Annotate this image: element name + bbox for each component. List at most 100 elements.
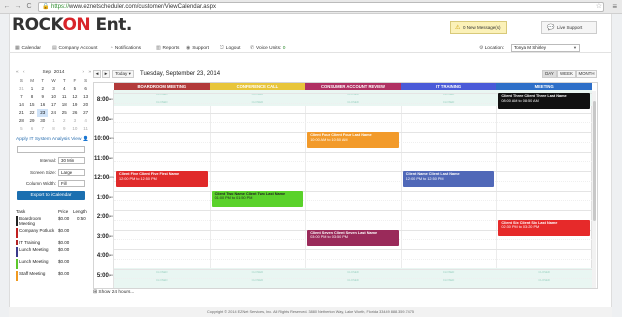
reload-icon[interactable]: C <box>25 3 33 11</box>
mini-calendar-day[interactable]: 8 <box>48 125 59 133</box>
interval-select[interactable]: 30 Min <box>58 157 85 164</box>
mini-calendar-day[interactable]: 19 <box>70 101 81 109</box>
mini-calendar-month[interactable]: Sep <box>43 70 52 75</box>
mini-calendar-day[interactable]: 10 <box>70 125 81 133</box>
legend-row: Company Potluck $0.00 <box>16 227 91 239</box>
live-support-button[interactable]: 💬 Live Support <box>541 21 597 34</box>
mini-calendar-day[interactable]: 31 <box>16 85 27 93</box>
back-icon[interactable]: ← <box>3 3 11 11</box>
next-day-button[interactable]: ► <box>102 70 110 78</box>
appointment-event[interactable]: Client Four Client Four Last Name 10:00 A… <box>307 132 399 149</box>
column-width-select[interactable]: Fill <box>58 180 85 187</box>
mini-calendar-day[interactable]: 29 <box>27 117 38 125</box>
appointment-event[interactable]: Client Two Name Client Two Last Name 01:0… <box>211 190 304 207</box>
prev-day-button[interactable]: ◄ <box>93 70 101 78</box>
mini-calendar-day[interactable]: 24 <box>48 109 59 117</box>
event-time: 03:00 PM to 03:50 PM <box>310 235 348 240</box>
mini-calendar-day[interactable]: 7 <box>16 93 27 101</box>
show-24-hours-toggle[interactable]: ⊞ Show 24 hours... <box>93 290 134 295</box>
mini-calendar-day[interactable]: 11 <box>59 93 70 101</box>
screen-size-select[interactable]: Large <box>58 169 85 176</box>
mini-calendar-day[interactable]: 22 <box>27 109 38 117</box>
bookmark-star-icon[interactable]: ☆ <box>596 2 602 10</box>
toolbar-company-account[interactable]: ▤ Company Account <box>52 45 97 52</box>
scrollbar-thumb[interactable] <box>593 101 596 221</box>
mini-calendar-today[interactable]: 23 <box>37 109 49 117</box>
view-day-button[interactable]: DAY <box>542 70 557 78</box>
mini-calendar-day[interactable]: 6 <box>27 125 38 133</box>
view-filter-select[interactable] <box>17 146 85 153</box>
mini-calendar-day[interactable]: 7 <box>37 125 48 133</box>
column-header[interactable]: MEETING <box>496 83 592 90</box>
hour-gridline <box>114 112 592 114</box>
mini-calendar-day[interactable]: 9 <box>37 93 48 101</box>
menu-icon[interactable]: ≡ <box>612 2 617 11</box>
prev-month-icon[interactable]: ‹ <box>23 69 25 77</box>
mini-calendar-day[interactable]: 20 <box>80 101 91 109</box>
main-toolbar: ▦ Calendar ▤ Company Account ◔ Notification… <box>9 44 612 53</box>
column-header[interactable]: BOARDROOM MEETING <box>114 83 210 90</box>
mini-calendar-day[interactable]: 5 <box>16 125 27 133</box>
next-year-icon[interactable]: » <box>88 69 91 77</box>
next-month-icon[interactable]: › <box>82 69 84 77</box>
weekday-header: S <box>84 78 88 83</box>
mini-calendar-day[interactable]: 4 <box>59 85 70 93</box>
weekday-header: M <box>30 78 34 83</box>
appointment-event[interactable]: Client Six Client Six Last Name 02:30 PM … <box>498 219 590 236</box>
half-hour-gridline <box>114 200 592 202</box>
mini-calendar-day[interactable]: 5 <box>70 85 81 93</box>
mini-calendar-day[interactable]: 9 <box>59 125 70 133</box>
toolbar-calendar[interactable]: ▦ Calendar <box>15 45 41 52</box>
mini-calendar-day[interactable]: 15 <box>27 101 38 109</box>
mini-calendar-day[interactable]: 11 <box>80 125 91 133</box>
mini-calendar-day[interactable]: 16 <box>37 101 48 109</box>
mini-calendar-year[interactable]: 2014 <box>54 70 65 75</box>
mini-calendar-day[interactable]: 6 <box>80 85 91 93</box>
apply-view-link[interactable]: Apply IT System Analysis View 👤 <box>16 137 89 142</box>
mini-calendar-day[interactable]: 21 <box>16 109 27 117</box>
mini-calendar-day[interactable]: 4 <box>80 117 91 125</box>
mini-calendar-day[interactable]: 2 <box>59 117 70 125</box>
mini-calendar-day[interactable]: 8 <box>27 93 38 101</box>
mini-calendar-day[interactable]: 1 <box>27 85 38 93</box>
mini-calendar-day[interactable]: 14 <box>16 101 27 109</box>
mini-calendar-day[interactable]: 3 <box>70 117 81 125</box>
appointment-event[interactable]: Client Three Client Three Last Name 08:00… <box>498 93 590 110</box>
mini-calendar-day[interactable]: 10 <box>48 93 59 101</box>
today-button[interactable]: Today ▾ <box>112 70 134 78</box>
appointment-event[interactable]: Client Name Client Last Name 12:00 PM to … <box>402 171 495 188</box>
appointment-event[interactable]: Client Seven Client Seven Last Name 03:00… <box>307 229 399 246</box>
column-header[interactable]: CONFERENCE CALL <box>209 83 306 90</box>
prev-year-icon[interactable]: « <box>16 69 19 77</box>
location-select[interactable]: Tonya M Shirley ▼ <box>511 44 580 52</box>
mini-calendar-day[interactable]: 28 <box>16 117 27 125</box>
mini-calendar-day[interactable]: 13 <box>80 93 91 101</box>
view-month-button[interactable]: MONTH <box>576 70 597 78</box>
mini-calendar-day[interactable]: 17 <box>48 101 59 109</box>
url-bar[interactable]: 🔒 https://www.eznetscheduler.com/custome… <box>38 2 604 12</box>
column-header[interactable]: IT TRAINING <box>400 83 497 90</box>
mini-calendar-day[interactable]: 1 <box>48 117 59 125</box>
mini-calendar-day[interactable]: 18 <box>59 101 70 109</box>
appointment-event[interactable]: Client Five Client Five First Name 12:00 … <box>116 171 208 188</box>
toolbar-support[interactable]: ◉ Support <box>186 45 209 52</box>
live-support-label: Live Support <box>557 25 583 30</box>
toolbar-reports[interactable]: ▥ Reports <box>156 45 179 52</box>
export-icalendar-button[interactable]: Export to iCalendar <box>17 191 85 200</box>
event-time: 12:00 PM to 12:50 PM <box>405 176 444 181</box>
mini-calendar-day[interactable]: 27 <box>80 109 91 117</box>
mini-calendar-day[interactable]: 2 <box>37 85 48 93</box>
mini-calendar-day[interactable]: 12 <box>70 93 81 101</box>
mini-calendar-day[interactable]: 30 <box>37 117 48 125</box>
mini-calendar-day[interactable]: 3 <box>48 85 59 93</box>
mini-calendar-day[interactable]: 26 <box>70 109 81 117</box>
forward-icon[interactable]: → <box>14 3 22 11</box>
mini-calendar-day[interactable]: 25 <box>59 109 70 117</box>
column-header[interactable]: CONSUMER ACCOUNT REVIEW <box>305 83 401 90</box>
toolbar-notifications[interactable]: ◔ Notifications <box>110 45 141 52</box>
legend-header: Task Price Length <box>16 209 87 214</box>
toolbar-logout[interactable]: ⎋ Logout <box>220 45 240 52</box>
view-week-button[interactable]: WEEK <box>557 70 576 78</box>
messages-button[interactable]: ⚠ 0 New Message(s) <box>450 21 507 34</box>
time-label: 12:00pm <box>94 175 114 181</box>
